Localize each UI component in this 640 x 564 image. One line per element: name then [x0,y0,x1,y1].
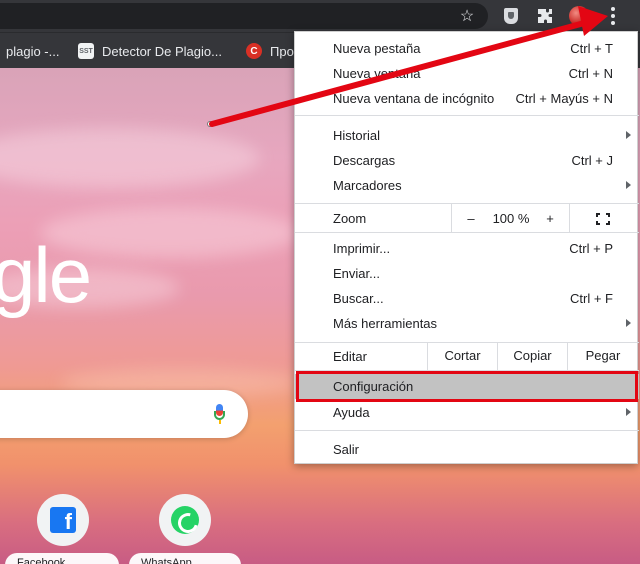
bookmark-label: Detector De Plagio... [102,43,222,59]
menu-item-send[interactable]: Enviar... [295,261,639,286]
menu-separator [295,430,639,431]
menu-item-history[interactable]: Historial [295,123,639,148]
bookmark-item[interactable]: SST Detector De Plagio... [78,33,222,69]
menu-separator [295,203,639,204]
zoom-in-button[interactable]: + [535,206,565,231]
submenu-arrow-icon [626,319,631,327]
settings-highlight-box [296,371,638,402]
menu-item-incognito-window[interactable]: Nueva ventana de incógnito Ctrl + Mayús … [295,86,639,111]
menu-item-exit[interactable]: Salir [295,437,639,462]
submenu-arrow-icon [626,181,631,189]
menu-item-bookmarks[interactable]: Marcadores [295,173,639,198]
sst-favicon-icon: SST [78,43,94,59]
bookmark-label: Про [270,43,294,59]
facebook-icon: f [50,507,76,533]
star-icon[interactable]: ☆ [456,5,478,27]
google-logo: gle [0,231,92,319]
menu-item-print[interactable]: Imprimir... Ctrl + P [295,236,639,261]
menu-item-more-tools[interactable]: Más herramientas [295,311,639,336]
browser-toolbar: ☆ [0,0,640,32]
fullscreen-button[interactable] [587,206,619,231]
submenu-arrow-icon [626,131,631,139]
shortcut-whatsapp[interactable] [159,494,211,546]
fullscreen-icon [596,212,610,225]
microphone-icon[interactable] [214,404,225,424]
zoom-out-button[interactable]: – [455,206,487,231]
c-favicon-icon: C [246,43,262,59]
avatar[interactable] [568,5,590,27]
menu-separator [295,232,639,233]
menu-item-new-tab[interactable]: Nueva pestaña Ctrl + T [295,36,639,61]
shortcut-label[interactable]: WhatsApp [129,553,241,564]
whatsapp-icon [171,506,199,534]
menu-item-downloads[interactable]: Descargas Ctrl + J [295,148,639,173]
menu-separator [295,115,639,116]
cursor-dot [207,121,213,127]
bookmark-item[interactable]: plagio -... [6,33,59,69]
submenu-arrow-icon [626,408,631,416]
shield-extension-icon[interactable] [500,5,522,27]
copy-button[interactable]: Copiar [498,343,567,368]
cut-button[interactable]: Cortar [428,343,497,368]
address-bar[interactable] [0,3,488,29]
zoom-level: 100 % [492,211,530,226]
menu-item-find[interactable]: Buscar... Ctrl + F [295,286,639,311]
bookmark-label: plagio -... [6,43,60,59]
shortcut-label[interactable]: Facebook [5,553,119,564]
paste-button[interactable]: Pegar [568,343,638,368]
shortcut-facebook[interactable]: f [37,494,89,546]
puzzle-icon[interactable] [534,5,556,27]
search-input[interactable] [0,390,248,438]
menu-item-new-window[interactable]: Nueva ventana Ctrl + N [295,61,639,86]
bookmark-item[interactable]: C Про [246,33,294,69]
three-dots-icon[interactable] [602,5,624,27]
menu-item-help[interactable]: Ayuda [295,400,639,425]
